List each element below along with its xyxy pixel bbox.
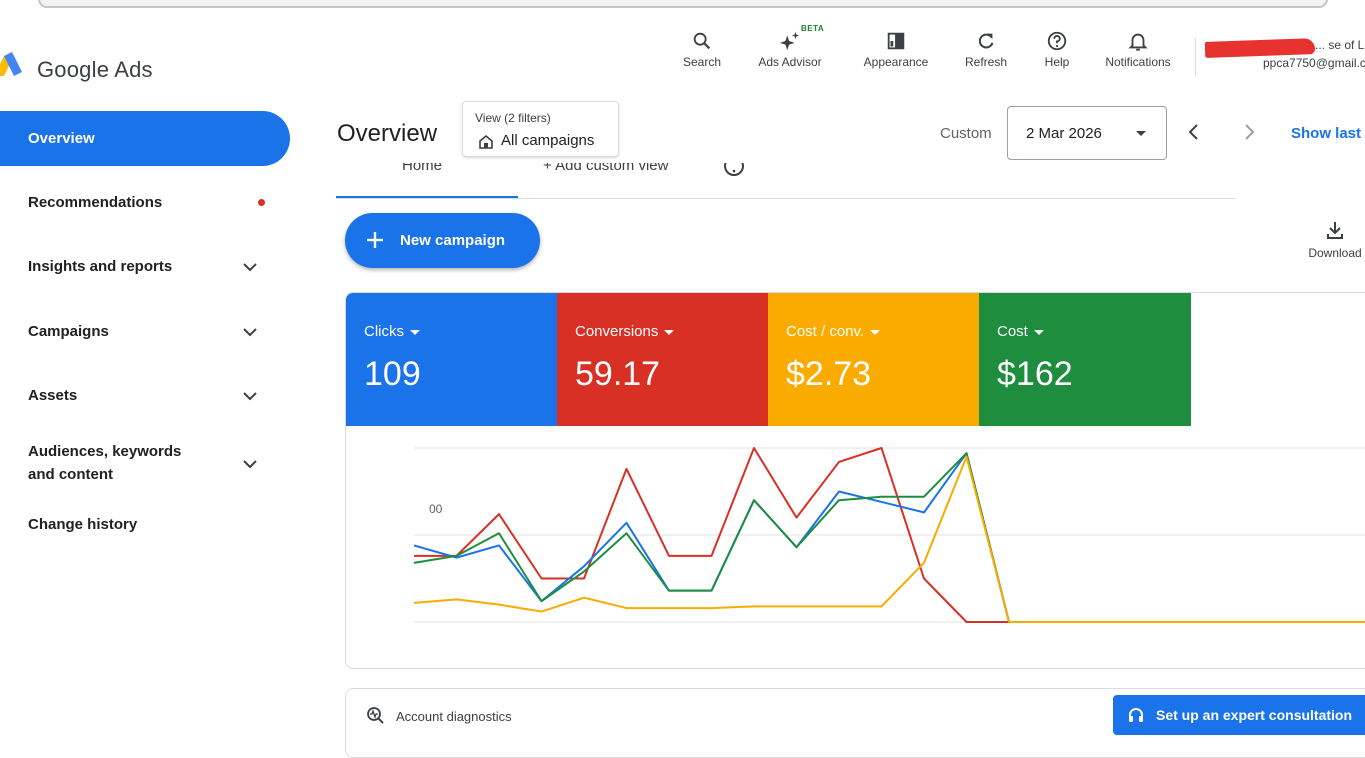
sidebar-item-assets[interactable]: Assets [0,387,290,404]
account-email: ppca7750@gmail.c [1263,56,1365,70]
sidebar: Overview Recommendations Insights and re… [0,98,300,748]
account-name: ... se of Lo [1315,38,1365,52]
top-header: Google Ads Search BETA Ads Advisor Appea… [0,14,1365,98]
dropdown-caret-icon [870,329,881,335]
show-last-link[interactable]: Show last [1291,125,1361,142]
header-divider [1195,38,1196,76]
dropdown-caret-icon [410,329,420,335]
view-filter-chip[interactable]: View (2 filters) All campaigns [462,101,619,157]
dropdown-caret-icon [664,329,675,335]
expert-consultation-button[interactable]: Set up an expert consultation [1113,695,1365,735]
new-campaign-button[interactable]: New campaign [345,213,540,268]
brand-name: Google Ads [37,57,153,82]
tab-home[interactable]: Home [402,163,442,174]
help-button[interactable]: Help [1012,30,1102,69]
metric-clicks[interactable]: Clicks 109 [346,293,558,426]
diagnostics-icon [367,707,384,724]
metric-value: 59.17 [575,355,661,393]
next-period-icon[interactable] [1237,120,1261,144]
home-icon [479,134,493,149]
previous-period-icon[interactable] [1182,120,1206,144]
headset-icon [1129,708,1143,722]
account-switcher[interactable]: ... se of Lo ppca7750@gmail.c [1205,38,1365,78]
ads-advisor-button[interactable]: BETA Ads Advisor [745,24,835,69]
main-content: Overview View (2 filters) All campaigns … [300,98,1365,758]
x-axis-tick-label: 00 [429,502,443,516]
chevron-down-icon [243,460,257,469]
metric-value: $162 [997,355,1073,393]
sidebar-item-change-history[interactable]: Change history [0,516,290,533]
chevron-down-icon [243,327,257,336]
appearance-icon [887,32,905,50]
beta-badge: BETA [801,24,825,33]
google-ads-logo-icon [0,52,22,76]
tab-add-custom-view[interactable]: + Add custom view [543,163,668,174]
metric-conversions[interactable]: Conversions 59.17 [557,293,769,426]
date-range-label: Custom [940,125,992,142]
date-range-picker[interactable]: 2 Mar 2026 [1007,106,1167,160]
metric-cost[interactable]: Cost $162 [979,293,1191,426]
sidebar-item-insights-and-reports[interactable]: Insights and reports [0,258,290,275]
help-icon[interactable] [723,163,745,177]
active-tab-indicator [336,196,518,198]
sparkle-icon [779,31,800,51]
sidebar-item-overview[interactable]: Overview [0,111,290,166]
search-button[interactable]: Search [657,30,747,69]
sidebar-item-recommendations[interactable]: Recommendations [0,194,290,211]
chart-series-line-2 [413,452,1365,623]
metric-value: $2.73 [786,355,872,393]
page-title: Overview [337,120,438,147]
dropdown-caret-icon [1136,131,1146,136]
dropdown-caret-icon [1033,329,1044,335]
download-button[interactable]: Download [1300,220,1365,260]
plus-icon [367,232,383,248]
help-icon [1047,31,1067,51]
view-tabs: Home + Add custom view [336,163,1236,199]
browser-address-bar [0,0,1365,14]
bell-icon [1128,33,1148,51]
redaction-mark [1205,38,1316,58]
notifications-button[interactable]: Notifications [1093,30,1183,69]
chevron-down-icon [243,391,257,400]
search-icon [693,32,711,50]
sidebar-item-audiences-keywords-content[interactable]: Audiences, keywords and content [0,440,260,488]
chart-series-line-1 [413,452,1365,623]
sidebar-item-campaigns[interactable]: Campaigns [0,323,290,340]
download-icon [1327,222,1343,239]
notification-dot [258,198,265,206]
chevron-down-icon [243,262,257,271]
performance-line-chart [413,447,1365,623]
appearance-button[interactable]: Appearance [851,30,941,69]
metric-value: 109 [364,355,421,393]
refresh-icon [978,33,994,49]
chart-series-line-3 [413,455,1365,623]
metric-cost-per-conversion[interactable]: Cost / conv. $2.73 [768,293,980,426]
performance-chart-card: Clicks 109 Conversions 59.17 Cost / conv… [345,292,1365,669]
